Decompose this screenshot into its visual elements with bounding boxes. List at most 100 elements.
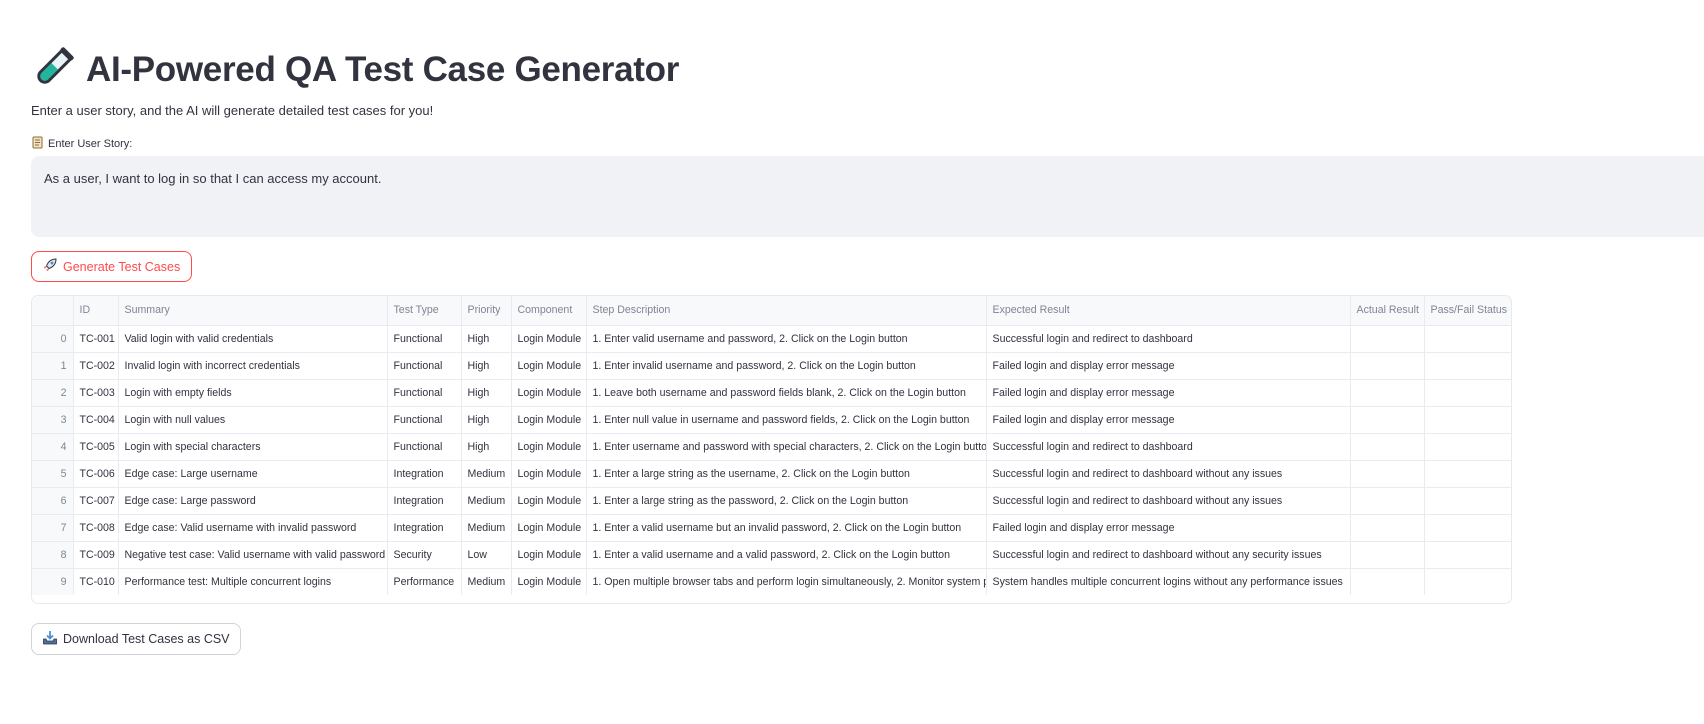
table-row[interactable]: 5 TC-006 Edge case: Large username Integrat…	[32, 460, 1511, 488]
cell-id[interactable]: TC-007	[73, 487, 119, 515]
cell-component[interactable]: Login Module	[511, 406, 587, 434]
cell-pass-fail-status[interactable]	[1424, 568, 1511, 595]
cell-expected-result[interactable]: System handles multiple concurrent login…	[986, 568, 1351, 595]
table-row[interactable]: 2 TC-003 Login with empty fields Functional…	[32, 379, 1511, 407]
cell-pass-fail-status[interactable]	[1424, 433, 1511, 461]
table-row[interactable]: 8 TC-009 Negative test case: Valid usernam…	[32, 541, 1511, 569]
cell-step-description[interactable]: 1. Enter a valid username and a valid pa…	[586, 541, 987, 569]
cell-pass-fail-status[interactable]	[1424, 325, 1511, 353]
cell-step-description[interactable]: 1. Enter a valid username but an invalid…	[586, 514, 987, 542]
cell-id[interactable]: TC-005	[73, 433, 119, 461]
cell-id[interactable]: TC-009	[73, 541, 119, 569]
cell-pass-fail-status[interactable]	[1424, 487, 1511, 515]
cell-test-type[interactable]: Integration	[387, 460, 462, 488]
row-index[interactable]: 6	[32, 487, 74, 515]
row-index[interactable]: 5	[32, 460, 74, 488]
cell-id[interactable]: TC-006	[73, 460, 119, 488]
row-index[interactable]: 1	[32, 352, 74, 380]
cell-priority[interactable]: Low	[461, 541, 512, 569]
cell-priority[interactable]: Medium	[461, 460, 512, 488]
cell-component[interactable]: Login Module	[511, 460, 587, 488]
table-row[interactable]: 3 TC-004 Login with null values Functional H…	[32, 406, 1511, 434]
cell-id[interactable]: TC-008	[73, 514, 119, 542]
cell-expected-result[interactable]: Successful login and redirect to dashboa…	[986, 460, 1351, 488]
cell-priority[interactable]: High	[461, 406, 512, 434]
cell-expected-result[interactable]: Failed login and display error message	[986, 352, 1351, 380]
cell-summary[interactable]: Valid login with valid credentials	[118, 325, 388, 353]
cell-test-type[interactable]: Functional	[387, 433, 462, 461]
row-index[interactable]: 7	[32, 514, 74, 542]
cell-id[interactable]: TC-001	[73, 325, 119, 353]
user-story-input[interactable]: As a user, I want to log in so that I ca…	[31, 156, 1704, 237]
cell-step-description[interactable]: 1. Enter a large string as the username,…	[586, 460, 987, 488]
table-row[interactable]: 0 TC-001 Valid login with valid credential…	[32, 325, 1511, 353]
cell-step-description[interactable]: 1. Enter invalid username and password, …	[586, 352, 987, 380]
column-header-step-description[interactable]: Step Description	[586, 296, 987, 326]
column-header-expected-result[interactable]: Expected Result	[986, 296, 1351, 326]
cell-id[interactable]: TC-002	[73, 352, 119, 380]
cell-actual-result[interactable]	[1350, 514, 1425, 542]
cell-test-type[interactable]: Security	[387, 541, 462, 569]
cell-pass-fail-status[interactable]	[1424, 541, 1511, 569]
cell-expected-result[interactable]: Failed login and display error message	[986, 379, 1351, 407]
cell-priority[interactable]: High	[461, 433, 512, 461]
cell-component[interactable]: Login Module	[511, 541, 587, 569]
cell-priority[interactable]: High	[461, 352, 512, 380]
table-row[interactable]: 4 TC-005 Login with special characters Func…	[32, 433, 1511, 461]
cell-priority[interactable]: Medium	[461, 487, 512, 515]
generate-test-cases-button[interactable]: Generate Test Cases	[31, 251, 193, 282]
cell-expected-result[interactable]: Successful login and redirect to dashboa…	[986, 325, 1351, 353]
column-header-actual-result[interactable]: Actual Result	[1350, 296, 1425, 326]
test-cases-table[interactable]: ID Summary Test Type Priority Component …	[31, 295, 1512, 604]
cell-test-type[interactable]: Functional	[387, 352, 462, 380]
cell-actual-result[interactable]	[1350, 379, 1425, 407]
column-header-component[interactable]: Component	[511, 296, 587, 326]
cell-test-type[interactable]: Performance	[387, 568, 462, 595]
cell-step-description[interactable]: 1. Enter a large string as the password,…	[586, 487, 987, 515]
cell-pass-fail-status[interactable]	[1424, 460, 1511, 488]
cell-priority[interactable]: Medium	[461, 514, 512, 542]
cell-step-description[interactable]: 1. Leave both username and password fiel…	[586, 379, 987, 407]
table-row[interactable]: 7 TC-008 Edge case: Valid username with in…	[32, 514, 1511, 542]
cell-actual-result[interactable]	[1350, 460, 1425, 488]
row-index[interactable]: 9	[32, 568, 74, 595]
column-header-test-type[interactable]: Test Type	[387, 296, 462, 326]
cell-summary[interactable]: Performance test: Multiple concurrent lo…	[118, 568, 388, 595]
cell-component[interactable]: Login Module	[511, 487, 587, 515]
cell-component[interactable]: Login Module	[511, 325, 587, 353]
cell-summary[interactable]: Login with empty fields	[118, 379, 388, 407]
cell-actual-result[interactable]	[1350, 406, 1425, 434]
cell-actual-result[interactable]	[1350, 433, 1425, 461]
cell-id[interactable]: TC-003	[73, 379, 119, 407]
cell-summary[interactable]: Login with special characters	[118, 433, 388, 461]
download-csv-button[interactable]: Download Test Cases as CSV	[31, 623, 241, 655]
cell-pass-fail-status[interactable]	[1424, 406, 1511, 434]
cell-actual-result[interactable]	[1350, 568, 1425, 595]
cell-actual-result[interactable]	[1350, 352, 1425, 380]
cell-test-type[interactable]: Functional	[387, 379, 462, 407]
table-row[interactable]: 1 TC-002 Invalid login with incorrect cred…	[32, 352, 1511, 380]
cell-expected-result[interactable]: Failed login and display error message	[986, 514, 1351, 542]
column-header-index[interactable]	[32, 296, 74, 326]
cell-id[interactable]: TC-004	[73, 406, 119, 434]
cell-component[interactable]: Login Module	[511, 568, 587, 595]
table-row[interactable]: 6 TC-007 Edge case: Large password Integrat…	[32, 487, 1511, 515]
cell-expected-result[interactable]: Failed login and display error message	[986, 406, 1351, 434]
cell-test-type[interactable]: Functional	[387, 406, 462, 434]
cell-summary[interactable]: Edge case: Valid username with invalid p…	[118, 514, 388, 542]
cell-pass-fail-status[interactable]	[1424, 514, 1511, 542]
cell-expected-result[interactable]: Successful login and redirect to dashboa…	[986, 541, 1351, 569]
cell-test-type[interactable]: Functional	[387, 325, 462, 353]
cell-summary[interactable]: Login with null values	[118, 406, 388, 434]
row-index[interactable]: 4	[32, 433, 74, 461]
column-header-summary[interactable]: Summary	[118, 296, 388, 326]
column-header-id[interactable]: ID	[73, 296, 119, 326]
cell-step-description[interactable]: 1. Enter username and password with spec…	[586, 433, 987, 461]
cell-summary[interactable]: Edge case: Large username	[118, 460, 388, 488]
column-header-pass-fail-status[interactable]: Pass/Fail Status	[1424, 296, 1511, 326]
cell-id[interactable]: TC-010	[73, 568, 119, 595]
cell-summary[interactable]: Negative test case: Valid username with …	[118, 541, 388, 569]
cell-component[interactable]: Login Module	[511, 514, 587, 542]
cell-actual-result[interactable]	[1350, 541, 1425, 569]
row-index[interactable]: 2	[32, 379, 74, 407]
